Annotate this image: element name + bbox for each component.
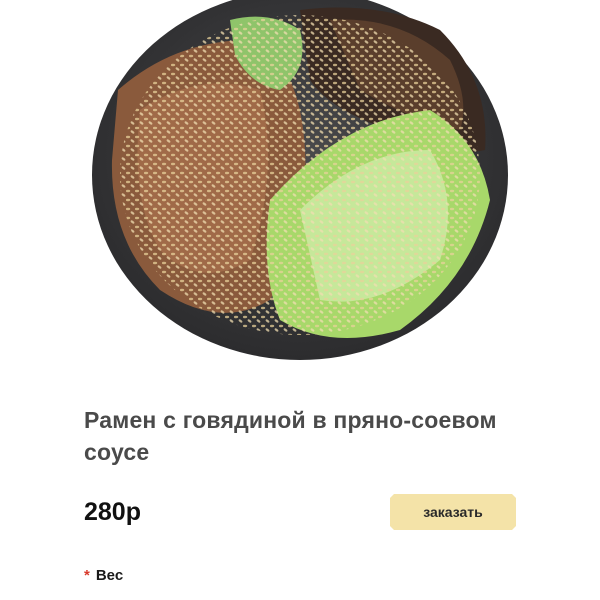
- weight-label: Вес: [95, 567, 124, 584]
- required-asterisk: *: [84, 567, 90, 584]
- dish-illustration: [92, 0, 508, 360]
- weight-field-label: * Вес: [84, 566, 123, 586]
- product-title: Рамен с говядиной в пряно-соевом соусе: [84, 407, 497, 465]
- product-image: [0, 0, 600, 370]
- product-price: 280р: [84, 498, 141, 526]
- order-button[interactable]: заказать: [390, 494, 516, 530]
- product-card: Рамен с говядиной в пряно-соевом соусе 2…: [0, 0, 600, 600]
- sesame-topping: [120, 15, 480, 335]
